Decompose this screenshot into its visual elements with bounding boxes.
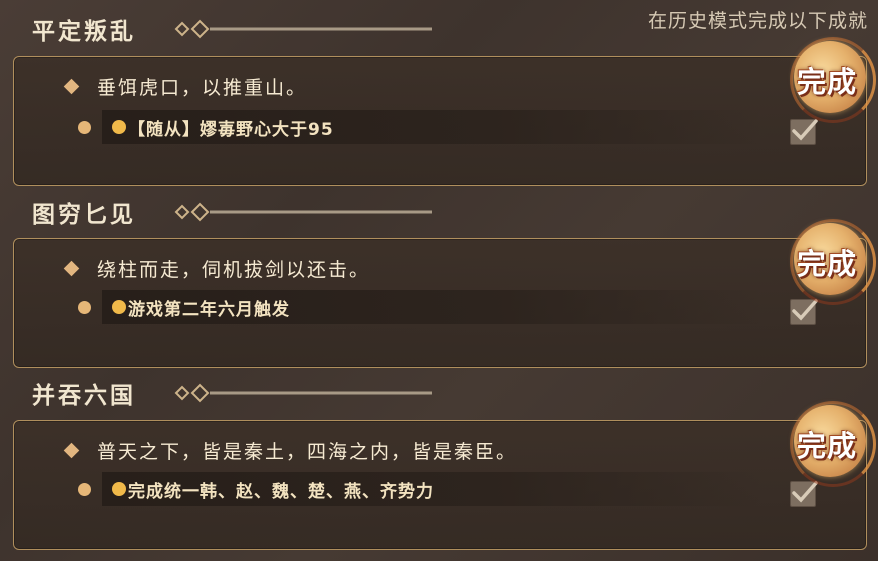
diamond-bullet-icon — [63, 78, 80, 95]
completion-checkbox — [790, 481, 818, 507]
completion-checkbox — [790, 299, 818, 325]
achievement-panel: 垂饵虎口，以推重山。 【随从】嫪毐野心大于95 完成 — [13, 37, 876, 186]
condition-text: 游戏第二年六月触发 — [128, 299, 290, 320]
condition-bullet-icon — [78, 483, 91, 496]
condition-text: 【随从】嫪毐野心大于95 — [128, 119, 334, 140]
achievement-title: 并吞六国 — [32, 382, 136, 409]
checkmark-icon — [792, 119, 818, 141]
condition-bar: 完成统一韩、赵、魏、楚、燕、齐势力 — [102, 472, 762, 506]
diamond-bullet-icon — [63, 260, 80, 277]
condition-dot-icon — [112, 300, 126, 314]
seal-label: 完成 — [796, 65, 857, 99]
goal-text: 绕柱而走，伺机拔剑以还击。 — [97, 259, 371, 281]
goal-text: 普天之下，皆是秦土，四海之内，皆是秦臣。 — [97, 441, 518, 463]
complete-seal: 完成 — [776, 37, 878, 123]
title-ornament-icon — [174, 19, 432, 39]
condition-bullet-icon — [78, 301, 91, 314]
achievement-panel: 绕柱而走，伺机拔剑以还击。 游戏第二年六月触发 完成 — [13, 219, 876, 368]
title-ornament-icon — [174, 383, 432, 403]
condition-dot-icon — [112, 120, 126, 134]
complete-seal: 完成 — [776, 219, 878, 305]
condition-bar: 【随从】嫪毐野心大于95 — [102, 110, 762, 144]
goal-row: 绕柱而走，伺机拔剑以还击。 — [63, 255, 371, 282]
condition-bar: 游戏第二年六月触发 — [102, 290, 762, 324]
achievement-screen: 在历史模式完成以下成就 平定叛乱 垂饵虎口，以推重山。 【随从】嫪毐野心大于95… — [0, 0, 878, 561]
goal-row: 普天之下，皆是秦土，四海之内，皆是秦臣。 — [63, 437, 518, 464]
title-ornament-icon — [174, 202, 432, 222]
condition-text: 完成统一韩、赵、魏、楚、燕、齐势力 — [128, 481, 434, 502]
goal-row: 垂饵虎口，以推重山。 — [63, 73, 308, 100]
seal-label: 完成 — [796, 247, 857, 281]
achievement-panel: 普天之下，皆是秦土，四海之内，皆是秦臣。 完成统一韩、赵、魏、楚、燕、齐势力 完… — [13, 401, 876, 550]
achievement-title: 图穷匕见 — [32, 201, 136, 228]
diamond-bullet-icon — [63, 442, 80, 459]
completion-checkbox — [790, 119, 818, 145]
condition-bullet-icon — [78, 121, 91, 134]
seal-label: 完成 — [796, 429, 857, 463]
mode-hint: 在历史模式完成以下成就 — [647, 10, 868, 32]
condition-dot-icon — [112, 482, 126, 496]
complete-seal: 完成 — [776, 401, 878, 487]
achievement-title: 平定叛乱 — [32, 18, 136, 45]
goal-text: 垂饵虎口，以推重山。 — [97, 77, 308, 99]
